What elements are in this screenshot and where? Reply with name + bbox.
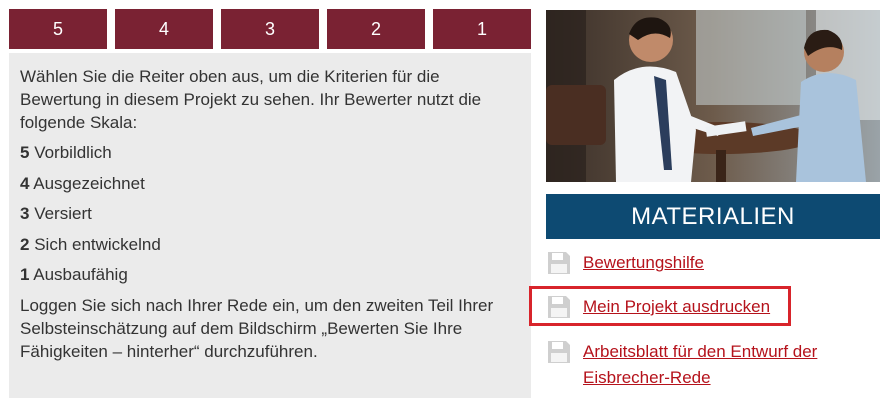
scale-number: 4 <box>20 173 30 193</box>
rating-tabs: 5 4 3 2 1 <box>9 9 531 49</box>
scale-label: Sich entwickelnd <box>34 234 161 254</box>
link-bewertungshilfe[interactable]: Bewertungshilfe <box>583 250 704 276</box>
tab-3[interactable]: 3 <box>221 9 319 49</box>
tab-1[interactable]: 1 <box>433 9 531 49</box>
scale-label: Vorbildlich <box>34 143 112 162</box>
floppy-disk-icon <box>548 341 570 363</box>
floppy-disk-icon <box>548 252 570 274</box>
outro-text: Loggen Sie sich nach Ihrer Rede ein, um … <box>20 295 494 361</box>
link-arbeitsblatt-eisbrecher[interactable]: Arbeitsblatt für den Entwurf der Eisbrec… <box>583 339 838 391</box>
scale-item-4: 4 Ausgezeichnet <box>20 172 521 195</box>
tab-5[interactable]: 5 <box>9 9 107 49</box>
meeting-photo <box>546 10 880 182</box>
scale-label: Ausgezeichnet <box>33 173 145 193</box>
scale-number: 5 <box>20 143 30 162</box>
resource-item: Mein Projekt ausdrucken <box>546 294 770 320</box>
scale-label: Ausbaufähig <box>33 265 128 284</box>
scale-item-2: 2 Sich entwickelnd <box>20 233 521 256</box>
tab-4[interactable]: 4 <box>115 9 213 49</box>
scale-item-1: 1 Ausbaufähig <box>20 263 521 286</box>
resource-item: Arbeitsblatt für den Entwurf der Eisbrec… <box>546 339 846 391</box>
floppy-disk-icon <box>548 296 570 318</box>
intro-text: Wählen Sie die Reiter oben aus, um die K… <box>20 67 482 132</box>
scale-number: 3 <box>20 204 30 223</box>
instructions-panel: Wählen Sie die Reiter oben aus, um die K… <box>9 53 531 398</box>
scale-number: 2 <box>20 234 30 254</box>
scale-label: Versiert <box>34 204 92 223</box>
scale-item-3: 3 Versiert <box>20 202 521 225</box>
materials-header: MATERIALIEN <box>546 194 880 239</box>
resource-item: Bewertungshilfe <box>546 250 704 276</box>
link-projekt-ausdrucken[interactable]: Mein Projekt ausdrucken <box>583 294 770 320</box>
tab-2[interactable]: 2 <box>327 9 425 49</box>
scale-item-5: 5 Vorbildlich <box>20 141 521 164</box>
scale-number: 1 <box>20 265 30 284</box>
